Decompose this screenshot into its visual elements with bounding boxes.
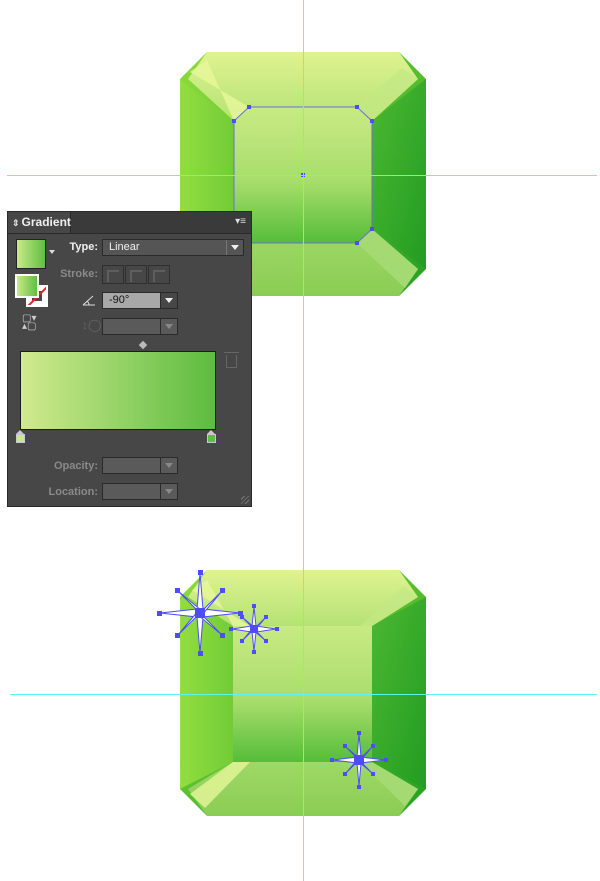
angle-icon xyxy=(82,295,95,306)
type-select[interactable]: Linear xyxy=(102,239,244,256)
gradient-slider[interactable] xyxy=(20,351,216,430)
type-label: Type: xyxy=(69,241,98,253)
gradient-panel: ⇕ Gradient ▾≡ ▢▾ ▴▢ Type: Linear Stroke: -… xyxy=(7,211,252,507)
aspect-ratio-input[interactable] xyxy=(102,318,178,335)
aspect-ratio-icon: ↕◯ xyxy=(82,318,102,332)
delete-stop-icon[interactable] xyxy=(224,352,239,368)
collapse-arrows-icon[interactable]: ⇕ xyxy=(12,218,20,228)
stroke-along-button[interactable] xyxy=(125,265,147,284)
guide-horizontal-bottom[interactable] xyxy=(10,694,597,695)
gem-facet-left xyxy=(180,597,233,789)
chevron-down-icon[interactable] xyxy=(160,319,177,334)
gradient-swatch[interactable] xyxy=(16,239,46,269)
type-value: Linear xyxy=(109,241,140,253)
chevron-down-icon[interactable] xyxy=(160,293,177,308)
chevron-down-icon[interactable] xyxy=(160,484,177,499)
gradient-midpoint-diamond[interactable] xyxy=(138,340,148,350)
chevron-down-icon[interactable] xyxy=(160,458,177,473)
panel-menu-icon[interactable]: ▾≡ xyxy=(230,216,246,228)
guide-vertical[interactable] xyxy=(303,0,304,881)
opacity-label: Opacity: xyxy=(53,460,98,472)
tab-gradient[interactable]: ⇕ Gradient xyxy=(8,212,71,233)
tab-gradient-label: Gradient xyxy=(21,215,71,229)
opacity-input[interactable] xyxy=(102,457,178,474)
location-input[interactable] xyxy=(102,483,178,500)
chevron-down-icon[interactable] xyxy=(226,240,243,255)
fill-swatch[interactable] xyxy=(15,274,39,298)
swatch-dropdown-icon[interactable] xyxy=(49,250,55,254)
location-label: Location: xyxy=(48,486,99,498)
reverse-gradient-icon[interactable]: ▢▾ ▴▢ xyxy=(22,314,40,332)
gradient-stop-left[interactable] xyxy=(16,430,25,444)
guide-horizontal-top[interactable] xyxy=(7,175,597,176)
panel-tabbar: ⇕ Gradient ▾≡ xyxy=(8,212,251,234)
stroke-within-button[interactable] xyxy=(102,265,124,284)
resize-grip-icon[interactable] xyxy=(241,496,249,504)
stroke-label: Stroke: xyxy=(60,268,98,280)
angle-input[interactable]: -90° xyxy=(102,292,178,309)
gradient-stop-right[interactable] xyxy=(207,430,216,444)
stroke-across-button[interactable] xyxy=(148,265,170,284)
angle-value: -90° xyxy=(109,294,130,306)
